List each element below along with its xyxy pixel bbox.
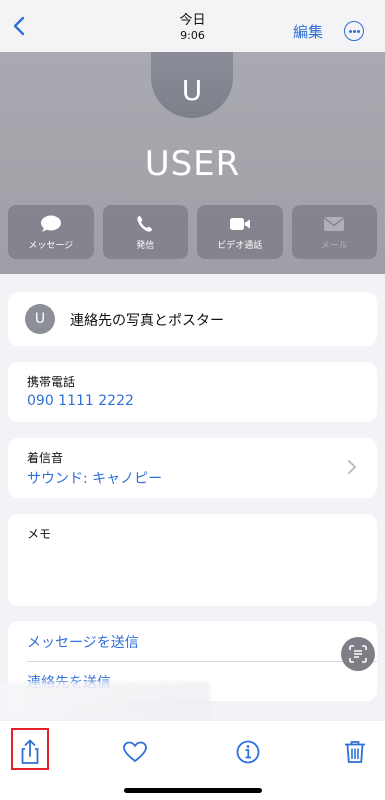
divider: [27, 661, 377, 662]
mail-icon: [324, 217, 345, 231]
send-message-link[interactable]: メッセージを送信: [27, 632, 139, 652]
memo-card[interactable]: メモ: [8, 514, 377, 606]
home-indicator: [124, 788, 262, 793]
nav-title: 今日: [179, 13, 206, 28]
photo-poster-row[interactable]: U 連絡先の写真とポスター: [8, 292, 377, 346]
mobile-number-link[interactable]: 090 1111 2222: [27, 393, 134, 409]
share-icon[interactable]: [16, 738, 44, 766]
trash-icon[interactable]: [341, 738, 369, 766]
ringtone-row[interactable]: 着信音 サウンド: キャノピー: [8, 438, 377, 498]
memo-label: メモ: [27, 527, 52, 541]
contact-avatar[interactable]: U: [151, 52, 233, 118]
call-label: 発信: [136, 241, 155, 251]
scan-text-button[interactable]: [341, 637, 375, 671]
navigation-bar: 今日 9:06 編集: [0, 0, 385, 52]
message-icon: [40, 215, 61, 232]
scroll-blur-overlay: [0, 682, 210, 720]
bottom-toolbar: [0, 720, 385, 800]
video-icon: [229, 218, 250, 230]
quick-actions: メッセージ 発信 ビデオ通話 メール: [8, 205, 377, 259]
small-avatar: U: [25, 304, 55, 334]
ringtone-label: 着信音: [27, 451, 64, 465]
ringtone-value: サウンド: キャノピー: [27, 471, 163, 487]
edit-button[interactable]: 編集: [293, 21, 323, 42]
mail-label: メール: [320, 241, 348, 251]
photo-poster-label: 連絡先の写真とポスター: [70, 313, 224, 329]
heart-icon[interactable]: [121, 738, 149, 766]
video-call-button[interactable]: ビデオ通話: [197, 205, 283, 259]
avatar-initial: U: [181, 74, 203, 107]
message-label: メッセージ: [28, 241, 74, 251]
mail-button[interactable]: メール: [291, 205, 377, 259]
contact-header: U USER メッセージ 発信 ビデオ通話 メール: [0, 52, 385, 274]
call-button[interactable]: 発信: [102, 205, 188, 259]
phone-icon: [137, 216, 153, 232]
mobile-label: 携帯電話: [27, 375, 76, 389]
video-call-label: ビデオ通話: [217, 241, 263, 251]
more-options-icon[interactable]: [344, 21, 364, 41]
scan-text-icon: [349, 645, 367, 663]
message-button[interactable]: メッセージ: [8, 205, 94, 259]
nav-subtitle: 9:06: [180, 29, 205, 42]
mobile-phone-card: 携帯電話 090 1111 2222: [8, 362, 377, 422]
contact-name: USER: [144, 144, 241, 184]
chevron-right-icon: [348, 460, 356, 474]
info-icon[interactable]: [234, 738, 262, 766]
